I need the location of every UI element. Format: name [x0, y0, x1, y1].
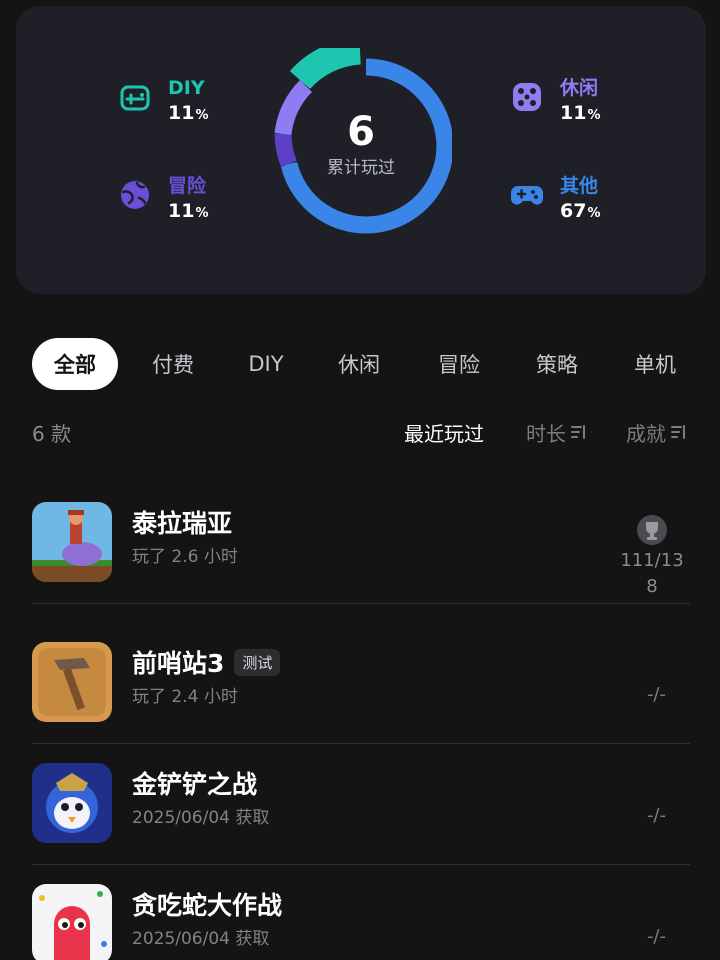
category-name: 其他: [560, 175, 599, 197]
donut-segment-diy: [289, 48, 362, 90]
sort-duration-label: 时长: [526, 421, 566, 446]
tab-casual[interactable]: 休闲: [304, 338, 414, 390]
category-pct: 11%: [560, 102, 601, 124]
game-title: 泰拉瑞亚: [132, 509, 233, 538]
game-playtime: 玩了 2.4 小时: [132, 687, 238, 707]
game-title: 贪吃蛇大作战: [132, 891, 283, 920]
tab-all[interactable]: 全部: [32, 338, 118, 390]
category-pct: 11%: [168, 200, 209, 222]
total-played-count: 6: [347, 109, 375, 155]
game-row[interactable]: 前哨站3 测试 玩了 2.4 小时 -/-: [32, 624, 690, 744]
total-played-label: 累计玩过: [327, 158, 395, 178]
game-row[interactable]: 金铲铲之战 2025/06/04 获取 -/-: [32, 745, 690, 865]
game-acquired-date: 2025/06/04 获取: [132, 929, 270, 949]
category-pct: 67%: [560, 200, 601, 222]
dice-icon: [513, 83, 541, 111]
game-title: 前哨站3: [132, 649, 225, 678]
category-pct: 11%: [168, 102, 209, 124]
category-other[interactable]: 其他 67%: [510, 174, 600, 227]
game-cover-tft: [32, 763, 112, 843]
category-name: 冒险: [168, 175, 207, 197]
globe-icon: [121, 181, 149, 209]
tab-paid[interactable]: 付费: [118, 338, 228, 390]
gamepad-box-icon: [120, 85, 150, 111]
sort-achievement-label: 成就: [626, 421, 666, 446]
achievement-progress: -/-: [646, 926, 666, 947]
game-cover-snake: [32, 884, 112, 960]
game-playtime: 玩了 2.6 小时: [132, 547, 238, 567]
tab-standalone[interactable]: 单机: [610, 338, 700, 390]
game-row[interactable]: 贪吃蛇大作战 2025/06/04 获取 -/-: [32, 866, 690, 960]
category-tabs: 全部 付费 DIY 休闲 冒险 策略 单机: [32, 338, 720, 390]
trophy-icon: [637, 515, 667, 545]
tab-adventure[interactable]: 冒险: [414, 338, 504, 390]
sort-duration[interactable]: 时长: [526, 418, 588, 447]
category-name: DIY: [168, 77, 205, 99]
sort-order-icon: [671, 425, 685, 439]
donut-center: 6 累计玩过: [270, 108, 452, 180]
sort-recent[interactable]: 最近玩过: [404, 418, 484, 447]
category-casual[interactable]: 休闲 11%: [510, 76, 600, 129]
achievement-count-line1: 111/13: [620, 550, 684, 571]
achievement-progress: 111/13 8: [614, 514, 690, 600]
game-acquired-date: 2025/06/04 获取: [132, 808, 270, 828]
achievement-progress: -/-: [646, 684, 666, 705]
tab-diy[interactable]: DIY: [228, 338, 304, 390]
game-title: 金铲铲之战: [132, 770, 258, 799]
achievement-count-line2: 8: [646, 576, 658, 597]
category-adventure[interactable]: 冒险 11%: [118, 174, 208, 227]
achievement-progress: -/-: [646, 805, 666, 826]
tab-strategy[interactable]: 策略: [504, 338, 610, 390]
sort-order-icon: [571, 425, 585, 439]
game-cover-outpost: [32, 642, 112, 722]
game-count: 6 款: [32, 421, 72, 446]
beta-badge: 测试: [234, 648, 281, 676]
gamepad-icon: [511, 186, 543, 205]
sort-achievement[interactable]: 成就: [626, 418, 688, 447]
category-diy[interactable]: DIY 11%: [118, 76, 208, 129]
sort-bar: 6 款 最近玩过 时长 成就: [32, 414, 688, 450]
game-cover-terraria: [32, 502, 112, 582]
game-row[interactable]: 泰拉瑞亚 玩了 2.6 小时 111/13 8: [32, 484, 690, 604]
category-name: 休闲: [560, 77, 599, 99]
